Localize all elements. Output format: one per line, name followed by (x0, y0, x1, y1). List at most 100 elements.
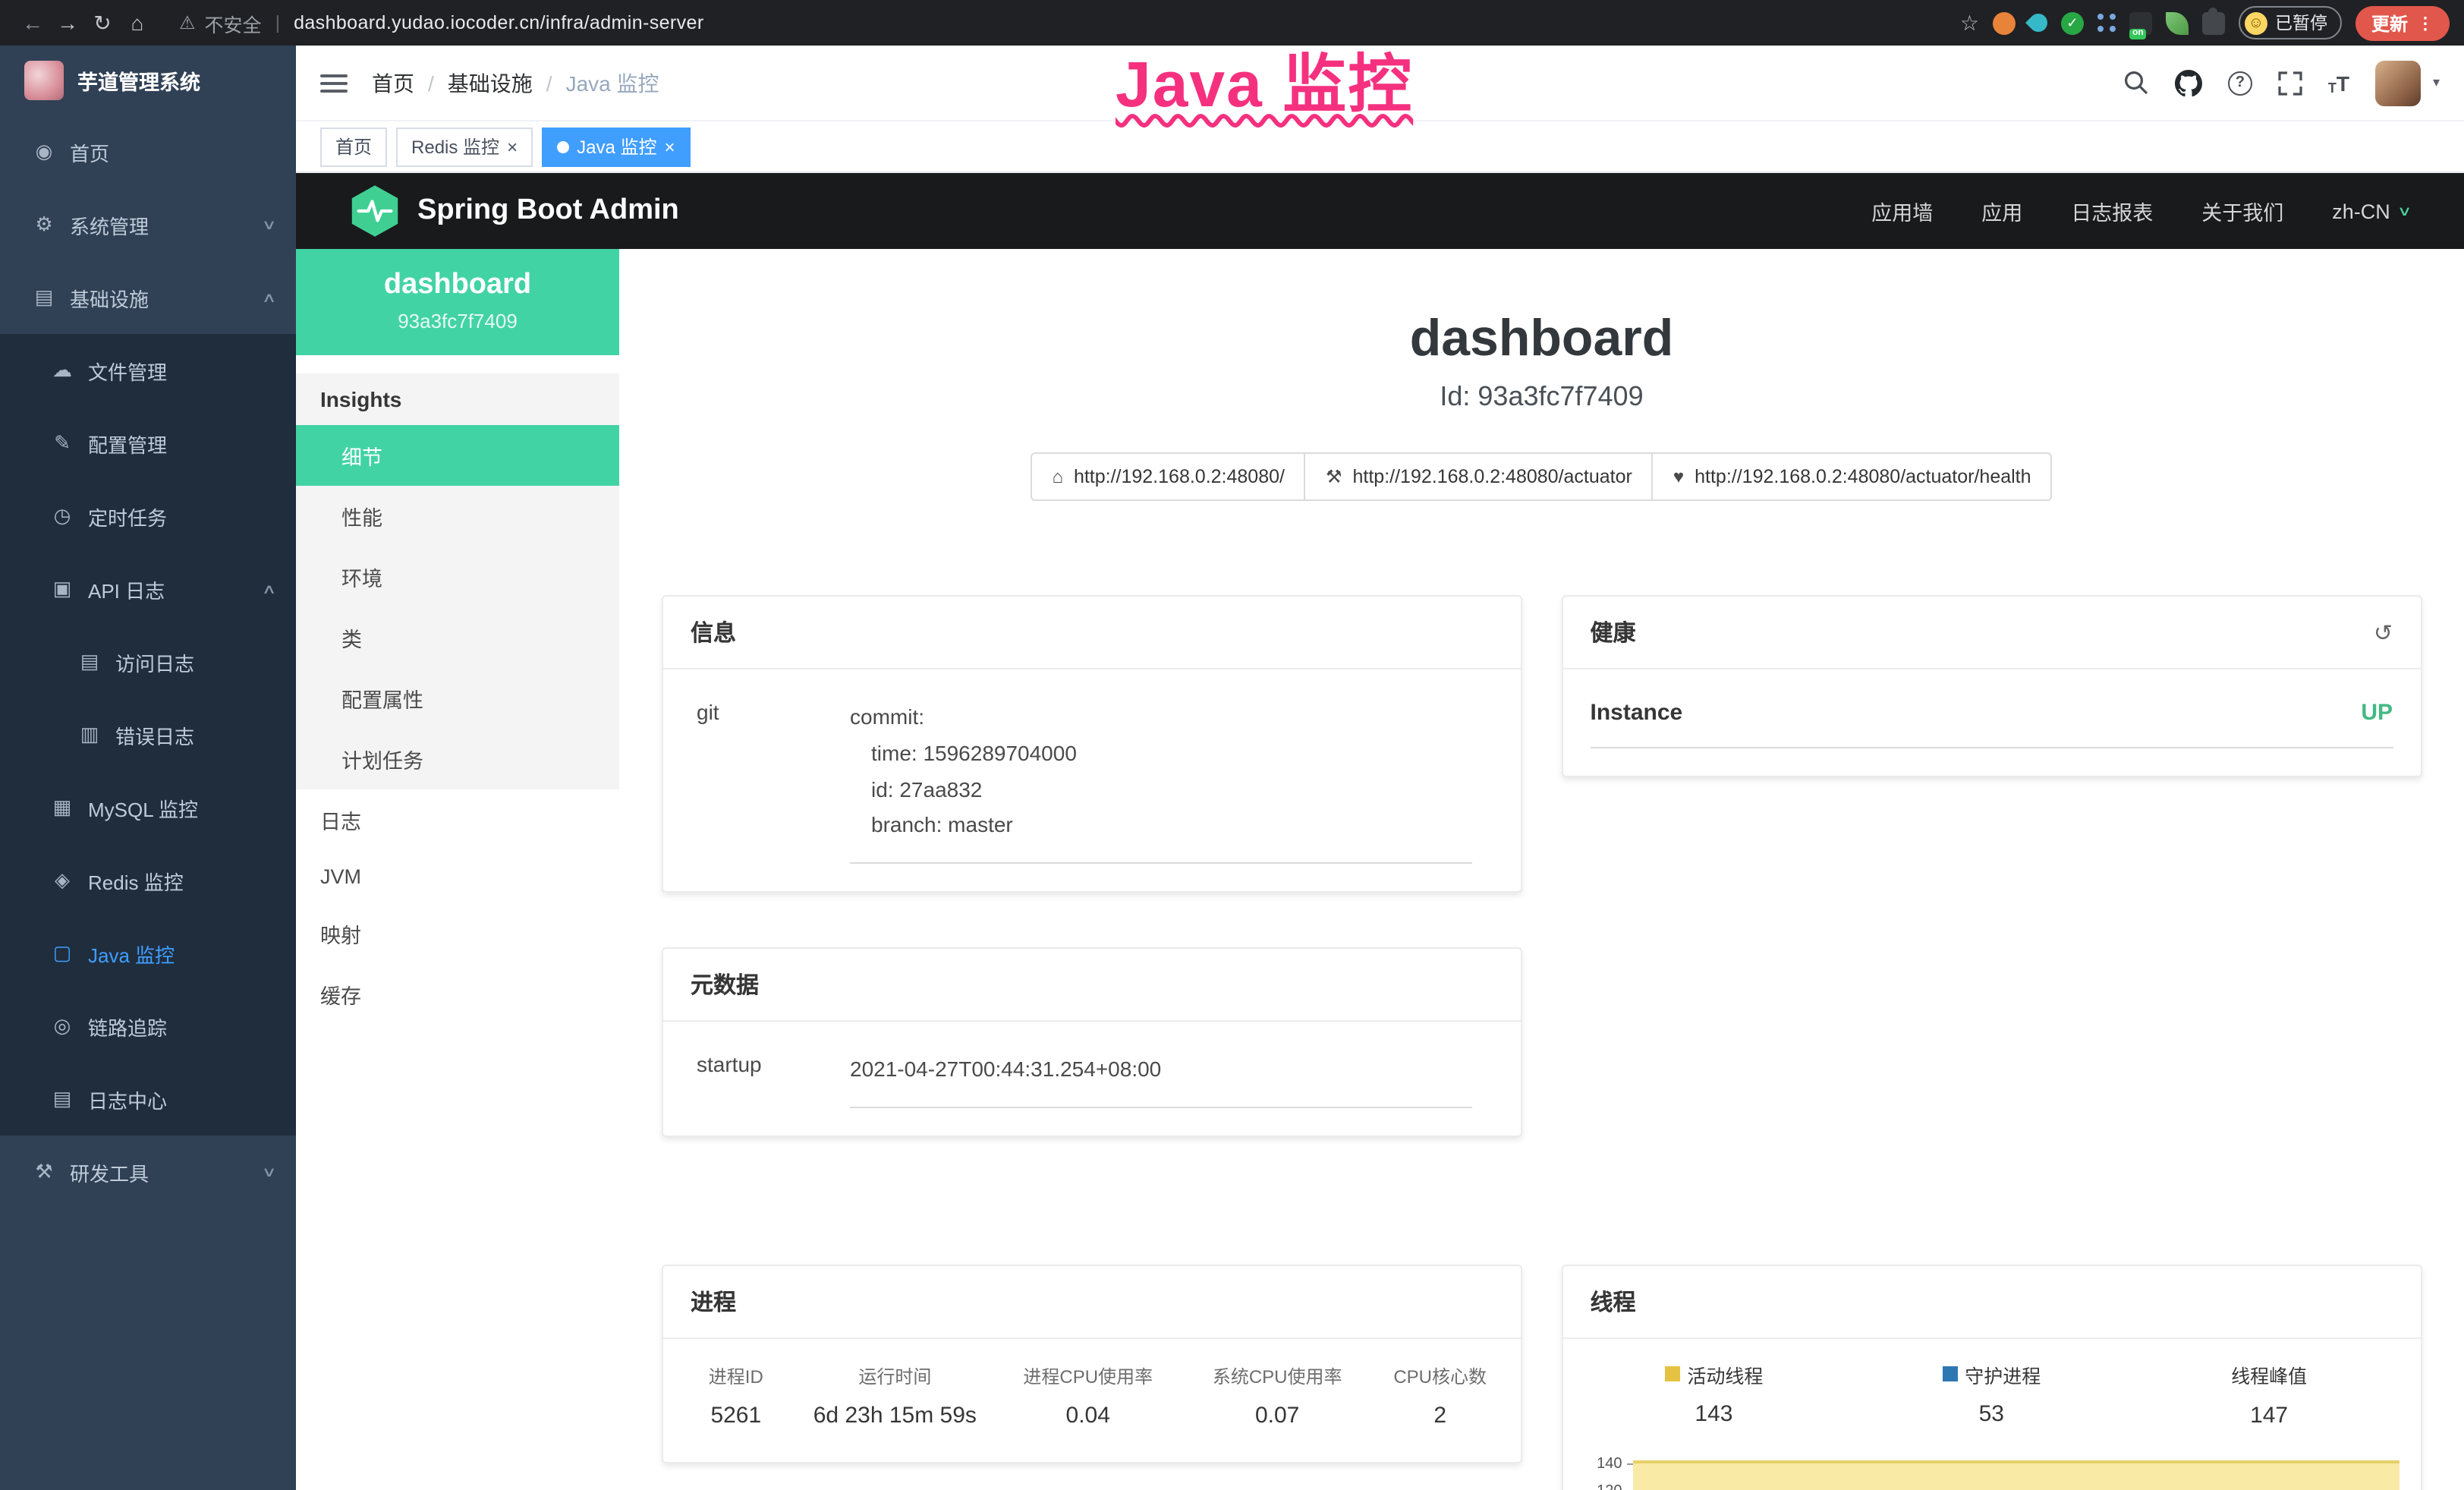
link-label: http://192.168.0.2:48080/actuator/health (1695, 466, 2031, 487)
extension-icon-dark-on[interactable]: on (2129, 11, 2152, 34)
extensions-puzzle-icon[interactable] (2202, 11, 2225, 34)
sba-nav-applications[interactable]: 应用 (1981, 196, 2022, 226)
hamburger-icon[interactable] (320, 74, 348, 92)
menu-section-insights: Insights (296, 373, 619, 425)
browser-reload-icon[interactable]: ↻ (85, 10, 120, 36)
font-size-icon[interactable]: TT (2328, 71, 2349, 95)
sidebar-item-home[interactable]: ◉ 首页 (0, 115, 296, 188)
chevron-down-icon[interactable]: ▾ (2433, 74, 2440, 91)
process-pid-col: 进程ID 5261 (675, 1363, 797, 1429)
extension-icon-orange[interactable] (1993, 11, 2016, 34)
extension-icon-droplet[interactable] (2025, 10, 2051, 36)
sidebar-item-files[interactable]: ☁ 文件管理 (0, 334, 296, 407)
sidebar-item-redis[interactable]: ◈ Redis 监控 (0, 844, 296, 917)
browser-back-icon[interactable]: ← (15, 11, 50, 35)
sidebar-item-trace[interactable]: ◎ 链路追踪 (0, 990, 296, 1063)
link-actuator-url[interactable]: ⚒ http://192.168.0.2:48080/actuator (1304, 452, 1654, 501)
chart-y-axis: 140 120 100 (1575, 1456, 1633, 1490)
extension-icon-dots-grid[interactable] (2097, 14, 2116, 32)
menu-item-classes[interactable]: 类 (296, 607, 619, 668)
browser-home-icon[interactable]: ⌂ (120, 11, 155, 35)
page-subtitle: Id: 93a3fc7f7409 (662, 381, 2422, 413)
breadcrumb-infrastructure[interactable]: 基础设施 (448, 68, 533, 98)
spring-boot-admin-logo[interactable] (351, 184, 399, 238)
spring-boot-admin: Spring Boot Admin 应用墙 应用 日志报表 关于我们 zh-CN… (296, 173, 2464, 1490)
browser-menu-icon[interactable]: ⋮ (2417, 13, 2434, 33)
language-label: zh-CN (2332, 200, 2390, 222)
access-log-icon: ▤ (76, 650, 103, 674)
language-selector[interactable]: zh-CN ∨ (2332, 200, 2409, 222)
fullscreen-icon[interactable] (2278, 71, 2302, 95)
search-icon[interactable] (2123, 70, 2149, 96)
sidebar-item-mysql[interactable]: ▦ MySQL 监控 (0, 771, 296, 844)
link-health-url[interactable]: ♥ http://192.168.0.2:48080/actuator/heal… (1652, 452, 2053, 501)
tab-label: 首页 (335, 134, 372, 159)
browser-update-button[interactable]: 更新 ⋮ (2356, 5, 2449, 40)
sidebar-item-label: Redis 监控 (88, 866, 184, 895)
git-commit-line: commit: (850, 700, 1472, 736)
close-icon[interactable]: × (507, 136, 518, 157)
security-warning-icon[interactable]: ⚠ (179, 12, 196, 33)
process-card: 进程 进程ID 5261 运行时间 6d 23h 15m (662, 1265, 1522, 1463)
sidebar-item-java-monitor[interactable]: ▢ Java 监控 (0, 917, 296, 990)
info-card: 信息 git commit: time: 1596289704000 id: 2 (662, 595, 1522, 893)
menu-item-performance[interactable]: 性能 (296, 486, 619, 547)
address-bar[interactable]: ⚠ 不安全 | dashboard.yudao.iocoder.cn/infra… (179, 8, 704, 37)
sba-nav-wallboard[interactable]: 应用墙 (1871, 196, 1933, 226)
instance-selector[interactable]: dashboard 93a3fc7f7409 (296, 249, 619, 355)
sidebar-item-log-center[interactable]: ▤ 日志中心 (0, 1063, 296, 1136)
tab-home[interactable]: 首页 (320, 127, 387, 166)
chevron-up-icon: ∧ (263, 289, 278, 306)
menu-item-details[interactable]: 细节 (296, 425, 619, 486)
threads-chart: 140 120 100 (1575, 1456, 2409, 1490)
user-avatar[interactable] (2375, 60, 2421, 106)
menu-item-jvm[interactable]: JVM (296, 850, 619, 903)
menu-item-config-props[interactable]: 配置属性 (296, 668, 619, 729)
url-text[interactable]: dashboard.yudao.iocoder.cn/infra/admin-s… (294, 12, 704, 33)
bookmark-star-icon[interactable]: ☆ (1960, 10, 1979, 36)
menu-item-mappings[interactable]: 映射 (296, 903, 619, 964)
breadcrumb-home[interactable]: 首页 (372, 68, 414, 98)
sidebar-item-system[interactable]: ⚙ 系统管理 ∨ (0, 188, 296, 261)
sidebar-item-infrastructure[interactable]: ▤ 基础设施 ∧ (0, 261, 296, 334)
extension-icon-leaf[interactable] (2166, 11, 2189, 34)
sidebar-item-label: 配置管理 (88, 429, 167, 458)
browser-forward-icon[interactable]: → (50, 11, 85, 35)
github-icon[interactable] (2175, 69, 2202, 96)
menu-item-environment[interactable]: 环境 (296, 547, 619, 607)
link-service-url[interactable]: ⌂ http://192.168.0.2:48080/ (1031, 452, 1306, 501)
gear-icon: ⚙ (30, 213, 58, 237)
help-icon[interactable]: ? (2228, 71, 2252, 95)
sidebar-item-access-log[interactable]: ▤ 访问日志 (0, 625, 296, 698)
sidebar-item-label: 基础设施 (70, 283, 149, 312)
sidebar-item-jobs[interactable]: ◷ 定时任务 (0, 480, 296, 553)
sba-nav-journal[interactable]: 日志报表 (2071, 196, 2153, 226)
sidebar-item-config[interactable]: ✎ 配置管理 (0, 407, 296, 480)
browser-toolbar-right: ☆ ✓ on ☺ 已暂停 更新 ⋮ (1960, 5, 2449, 40)
menu-item-caches[interactable]: 缓存 (296, 964, 619, 1025)
tab-label: Redis 监控 (411, 134, 499, 159)
history-icon[interactable]: ↺ (2374, 619, 2393, 646)
file-icon: ☁ (49, 358, 76, 383)
mysql-icon: ▦ (49, 795, 76, 820)
profile-paused-button[interactable]: ☺ 已暂停 (2239, 6, 2343, 39)
menu-item-scheduled-tasks[interactable]: 计划任务 (296, 729, 619, 789)
tab-label: Java 监控 (577, 134, 656, 159)
close-icon[interactable]: × (664, 136, 675, 157)
sba-brand-title: Spring Boot Admin (417, 194, 679, 228)
breadcrumb-separator: / (428, 71, 434, 95)
app-logo[interactable]: 芋道管理系统 (0, 46, 296, 115)
tab-redis-monitor[interactable]: Redis 监控 × (396, 127, 533, 166)
chevron-down-icon: ∨ (263, 216, 278, 233)
sidebar-item-error-log[interactable]: ▥ 错误日志 (0, 698, 296, 771)
logo-image (24, 61, 64, 100)
link-label: http://192.168.0.2:48080/actuator (1353, 466, 1632, 487)
extension-icon-green-check[interactable]: ✓ (2061, 11, 2084, 34)
tab-java-monitor[interactable]: Java 监控 × (542, 127, 690, 166)
sidebar-item-devtools[interactable]: ⚒ 研发工具 ∨ (0, 1136, 296, 1208)
sba-nav-about[interactable]: 关于我们 (2201, 196, 2283, 226)
sidebar-item-api-log[interactable]: ▣ API 日志 ∧ (0, 553, 296, 625)
sidebar-item-label: 链路追踪 (88, 1012, 167, 1041)
menu-item-logs[interactable]: 日志 (296, 789, 619, 850)
menu-insights-items: 细节 性能 环境 类 配置属性 计划任务 (296, 425, 619, 789)
